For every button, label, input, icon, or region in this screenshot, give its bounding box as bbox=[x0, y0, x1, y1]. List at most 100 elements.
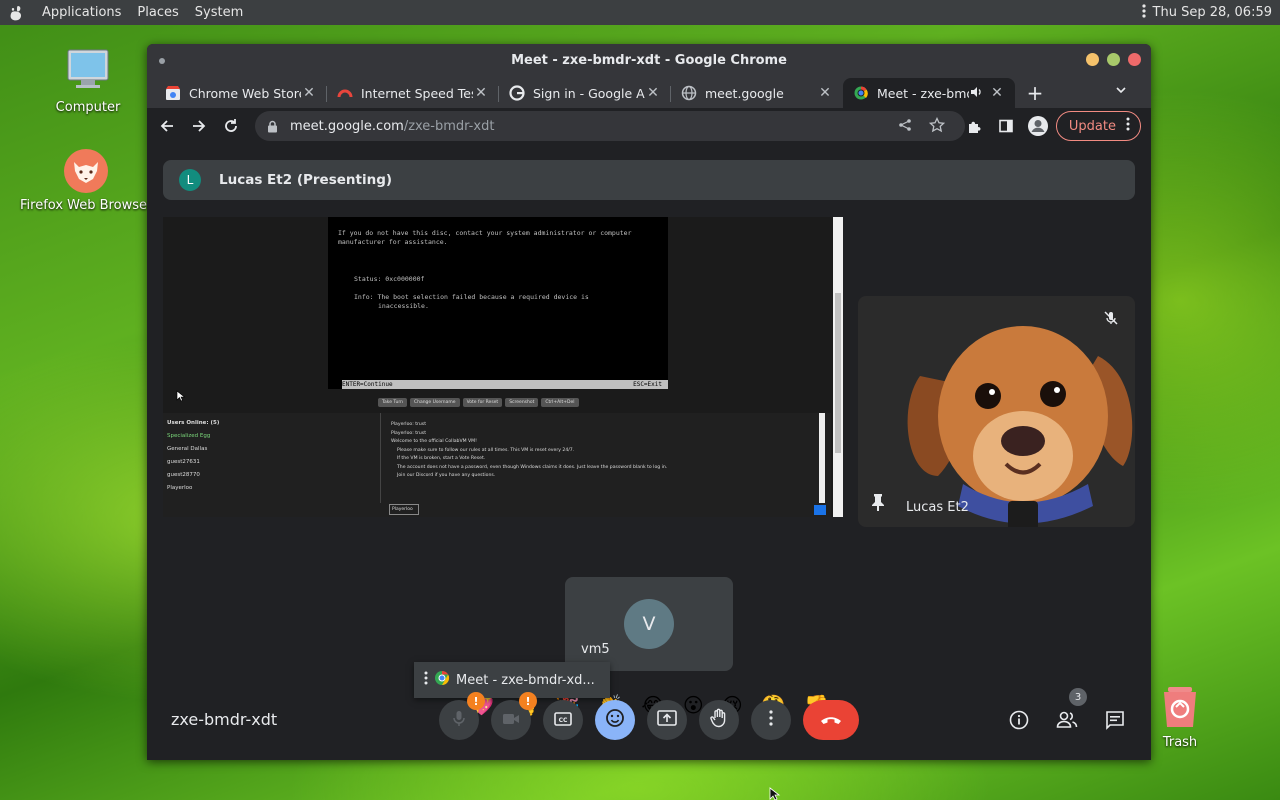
menu-system[interactable]: System bbox=[187, 5, 251, 20]
mouse-cursor-icon bbox=[769, 786, 781, 800]
tab-meet-active[interactable]: Meet - zxe-bmdr-xdt ✕ bbox=[843, 78, 1015, 108]
side-panel-icon[interactable] bbox=[992, 112, 1020, 140]
meet-page: L Lucas Et2 (Presenting) If you do not h… bbox=[147, 144, 1151, 760]
extensions-icon[interactable] bbox=[960, 112, 988, 140]
vm-button[interactable]: Change Username bbox=[409, 398, 460, 407]
window-titlebar[interactable]: Meet - zxe-bmdr-xdt - Google Chrome bbox=[147, 44, 1151, 76]
desktop-icon-firefox[interactable]: Firefox Web Browser bbox=[20, 148, 152, 213]
close-window-button[interactable] bbox=[1128, 53, 1141, 66]
forward-icon[interactable] bbox=[185, 112, 213, 140]
close-tab-icon[interactable]: ✕ bbox=[645, 85, 661, 101]
trash-icon bbox=[1160, 685, 1200, 729]
vm-button[interactable]: Take Turn bbox=[378, 398, 407, 407]
chat-scrollbar[interactable] bbox=[819, 413, 825, 503]
close-tab-icon[interactable]: ✕ bbox=[989, 85, 1005, 101]
participant-tile-vm5[interactable]: V vm5 bbox=[565, 577, 733, 671]
meeting-details-icon[interactable] bbox=[1005, 706, 1033, 734]
shared-screen[interactable]: If you do not have this disc, contact yo… bbox=[163, 217, 843, 517]
microphone-button[interactable]: ! bbox=[439, 692, 485, 740]
minimize-button[interactable] bbox=[1086, 53, 1099, 66]
bsod-footer-left: ENTER=Continue bbox=[342, 381, 393, 388]
pin-icon[interactable] bbox=[870, 493, 886, 515]
tab-google-sign-in[interactable]: Sign in - Google Accounts ✕ bbox=[499, 78, 671, 108]
screen-share-chip[interactable]: Meet - zxe-bmdr-xd... bbox=[414, 662, 610, 698]
chat-line: Playerloo: trust bbox=[391, 430, 426, 436]
user-item[interactable]: guest28770 bbox=[167, 469, 375, 482]
menu-applications[interactable]: Applications bbox=[34, 5, 129, 20]
tab-speed-test[interactable]: Internet Speed Test ✕ bbox=[327, 78, 499, 108]
vm-button[interactable]: Ctrl+Alt+Del bbox=[541, 398, 579, 407]
camera-warning-badge: ! bbox=[519, 692, 537, 710]
participant-name: vm5 bbox=[581, 642, 610, 657]
emoji-reactions-button[interactable] bbox=[595, 700, 635, 740]
reload-icon[interactable] bbox=[217, 112, 245, 140]
user-item[interactable]: Playerloo bbox=[167, 482, 375, 495]
update-label: Update bbox=[1068, 118, 1116, 134]
bsod-line: inaccessible. bbox=[378, 302, 429, 310]
captions-button[interactable]: CC bbox=[543, 700, 583, 740]
lock-icon[interactable] bbox=[267, 120, 278, 133]
bookmark-star-icon[interactable] bbox=[923, 111, 951, 139]
vm-button[interactable]: Vote for Reset bbox=[462, 398, 503, 407]
profile-avatar-icon[interactable] bbox=[1024, 112, 1052, 140]
computer-icon bbox=[66, 48, 110, 92]
menu-places[interactable]: Places bbox=[129, 5, 186, 20]
participant-tile-lucas[interactable]: Lucas Et2 bbox=[858, 296, 1135, 527]
raise-hand-button[interactable] bbox=[699, 700, 739, 740]
update-button[interactable]: Update bbox=[1055, 111, 1141, 141]
tab-title: meet.google bbox=[705, 85, 784, 101]
address-bar[interactable]: meet.google.com/zxe-bmdr-xdt bbox=[255, 111, 965, 141]
drag-handle-icon[interactable] bbox=[424, 671, 428, 689]
back-icon[interactable] bbox=[153, 112, 181, 140]
tab-title: Chrome Web Store bbox=[189, 85, 301, 101]
desktop-icon-trash[interactable]: Trash bbox=[1140, 685, 1220, 750]
bsod-line: manufacturer for assistance. bbox=[338, 238, 448, 246]
user-item[interactable]: General Dallas bbox=[167, 443, 375, 456]
people-icon[interactable] bbox=[1053, 706, 1081, 734]
desktop-icon-computer[interactable]: Computer bbox=[28, 48, 148, 115]
speedtest-icon bbox=[337, 85, 353, 101]
chat-line: Welcome to the official CollabVM VM! bbox=[391, 439, 477, 444]
meet-icon bbox=[853, 85, 869, 101]
vm-boot-error-screen: If you do not have this disc, contact yo… bbox=[328, 217, 668, 389]
close-tab-icon[interactable]: ✕ bbox=[817, 85, 833, 101]
desktop-label-trash: Trash bbox=[1162, 735, 1198, 750]
user-item[interactable]: guest27631 bbox=[167, 456, 375, 469]
chrome-menu-icon[interactable] bbox=[1126, 117, 1130, 135]
chrome-web-store-icon bbox=[165, 85, 181, 101]
page-scrollbar[interactable] bbox=[833, 217, 843, 517]
close-tab-icon[interactable]: ✕ bbox=[473, 85, 489, 101]
presenting-label: Lucas Et2 (Presenting) bbox=[219, 172, 393, 188]
clock[interactable]: Thu Sep 28, 06:59 bbox=[1153, 5, 1272, 20]
participants-count-badge: 3 bbox=[1069, 688, 1087, 706]
cursor-icon bbox=[176, 387, 186, 406]
share-icon[interactable] bbox=[891, 111, 919, 139]
chat-send-button[interactable] bbox=[814, 505, 826, 515]
camera-button[interactable]: ! bbox=[491, 692, 537, 740]
gnome-foot-icon[interactable] bbox=[8, 4, 26, 22]
tab-search-chevron-icon[interactable] bbox=[1115, 84, 1127, 99]
hang-up-icon bbox=[819, 711, 843, 730]
user-item[interactable]: Specialized Egg bbox=[167, 430, 375, 443]
speaker-icon[interactable] bbox=[969, 85, 983, 102]
close-tab-icon[interactable]: ✕ bbox=[301, 85, 317, 101]
chat-line: The account does not have a password, ev… bbox=[397, 464, 668, 470]
panel-menu-icon[interactable] bbox=[1141, 3, 1147, 23]
leave-call-button[interactable] bbox=[803, 700, 859, 740]
users-header: Users Online: (5) bbox=[167, 420, 220, 426]
bsod-line: Info: The boot selection failed because … bbox=[354, 293, 589, 301]
tab-meet-google[interactable]: meet.google ✕ bbox=[671, 78, 843, 108]
top-panel: Applications Places System Thu Sep 28, 0… bbox=[0, 0, 1280, 25]
more-options-button[interactable] bbox=[751, 700, 791, 740]
window-menu-dot[interactable] bbox=[159, 58, 165, 64]
vm-button[interactable]: Screenshot bbox=[505, 398, 539, 407]
svg-text:CC: CC bbox=[559, 717, 568, 724]
dog-avatar bbox=[898, 306, 1135, 527]
new-tab-button[interactable]: + bbox=[1021, 78, 1049, 108]
chat-icon[interactable] bbox=[1101, 706, 1129, 734]
vm-button-row: Take Turn Change Username Vote for Reset… bbox=[378, 398, 579, 407]
present-screen-button[interactable] bbox=[647, 700, 687, 740]
tab-chrome-web-store[interactable]: Chrome Web Store ✕ bbox=[155, 78, 327, 108]
maximize-button[interactable] bbox=[1107, 53, 1120, 66]
chat-input[interactable]: Playerloo bbox=[389, 504, 419, 515]
